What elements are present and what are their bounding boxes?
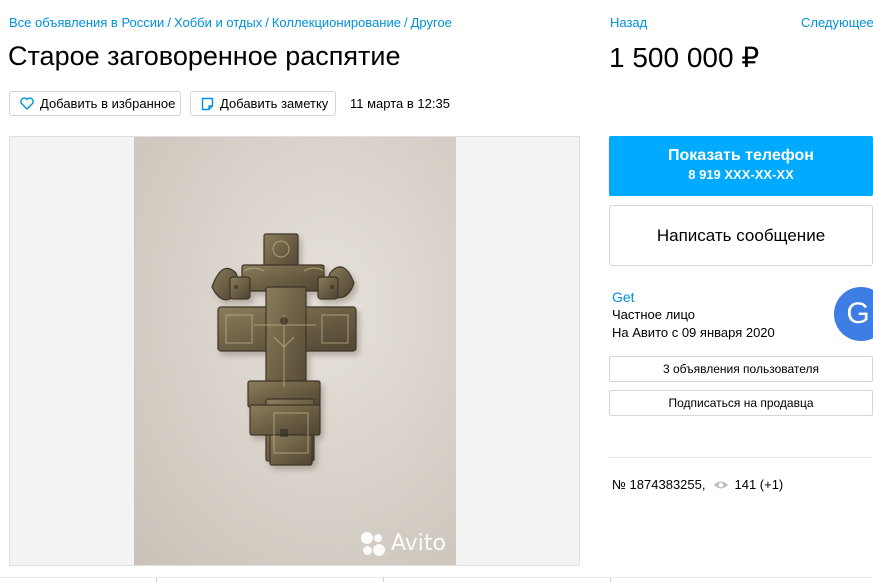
- bottom-tab-divider: [156, 577, 157, 582]
- breadcrumb-other[interactable]: Другое: [411, 15, 452, 30]
- cross-photo: [211, 233, 357, 466]
- bottom-tab-divider: [383, 577, 384, 582]
- divider: [609, 457, 873, 458]
- seller-type: Частное лицо: [612, 307, 695, 322]
- bottom-tab-divider: [610, 577, 611, 582]
- listing-number: № 1874383255,: [612, 477, 706, 492]
- seller-name-link[interactable]: Get: [612, 289, 635, 305]
- breadcrumb-collecting[interactable]: Коллекционирование: [272, 15, 401, 30]
- listing-meta: № 1874383255, 141 (+1): [612, 477, 783, 492]
- breadcrumb-separator: /: [403, 15, 408, 30]
- seller-avatar[interactable]: G: [834, 287, 873, 341]
- breadcrumb-separator: /: [167, 15, 171, 30]
- write-message-button[interactable]: Написать сообщение: [609, 205, 873, 266]
- note-icon: [201, 97, 214, 110]
- avito-watermark: Avito: [361, 531, 446, 556]
- subscribe-seller-button[interactable]: Подписаться на продавца: [609, 390, 873, 416]
- breadcrumb-hobby[interactable]: Хобби и отдых: [174, 15, 262, 30]
- add-note-label: Добавить заметку: [220, 96, 329, 111]
- add-to-favorites-label: Добавить в избранное: [40, 96, 176, 111]
- listing-title: Старое заговоренное распятие: [8, 41, 401, 71]
- seller-listings-button[interactable]: 3 объявления пользователя: [609, 356, 873, 382]
- prev-listing-link[interactable]: Назад: [610, 15, 647, 30]
- seller-since: На Авито с 09 января 2020: [612, 325, 775, 340]
- add-to-favorites-button[interactable]: Добавить в избранное: [9, 91, 181, 116]
- next-listing-link[interactable]: Следующее: [801, 15, 873, 30]
- avito-watermark-text: Avito: [391, 531, 446, 556]
- breadcrumb-all-listings[interactable]: Все объявления в России: [9, 15, 164, 30]
- breadcrumb: Все объявления в России / Хобби и отдых / Ко…: [9, 15, 452, 30]
- show-phone-label: Показать телефон: [668, 147, 814, 164]
- listing-price: 1 500 000 ₽: [609, 42, 760, 73]
- eye-icon: [714, 481, 729, 488]
- listing-date: 11 марта в 12:35: [350, 96, 450, 111]
- heart-icon: [20, 97, 34, 110]
- photo-background: [134, 137, 456, 565]
- masked-phone-number: 8 919 XXX-XX-XX: [688, 167, 794, 182]
- add-note-button[interactable]: Добавить заметку: [190, 91, 336, 116]
- listing-photo[interactable]: Avito: [9, 136, 580, 566]
- view-count: 141 (+1): [734, 477, 784, 492]
- breadcrumb-separator: /: [265, 15, 269, 30]
- show-phone-button[interactable]: Показать телефон 8 919 XXX-XX-XX: [609, 136, 873, 196]
- bottom-divider: [0, 577, 873, 578]
- avito-logo-icon: [361, 531, 385, 556]
